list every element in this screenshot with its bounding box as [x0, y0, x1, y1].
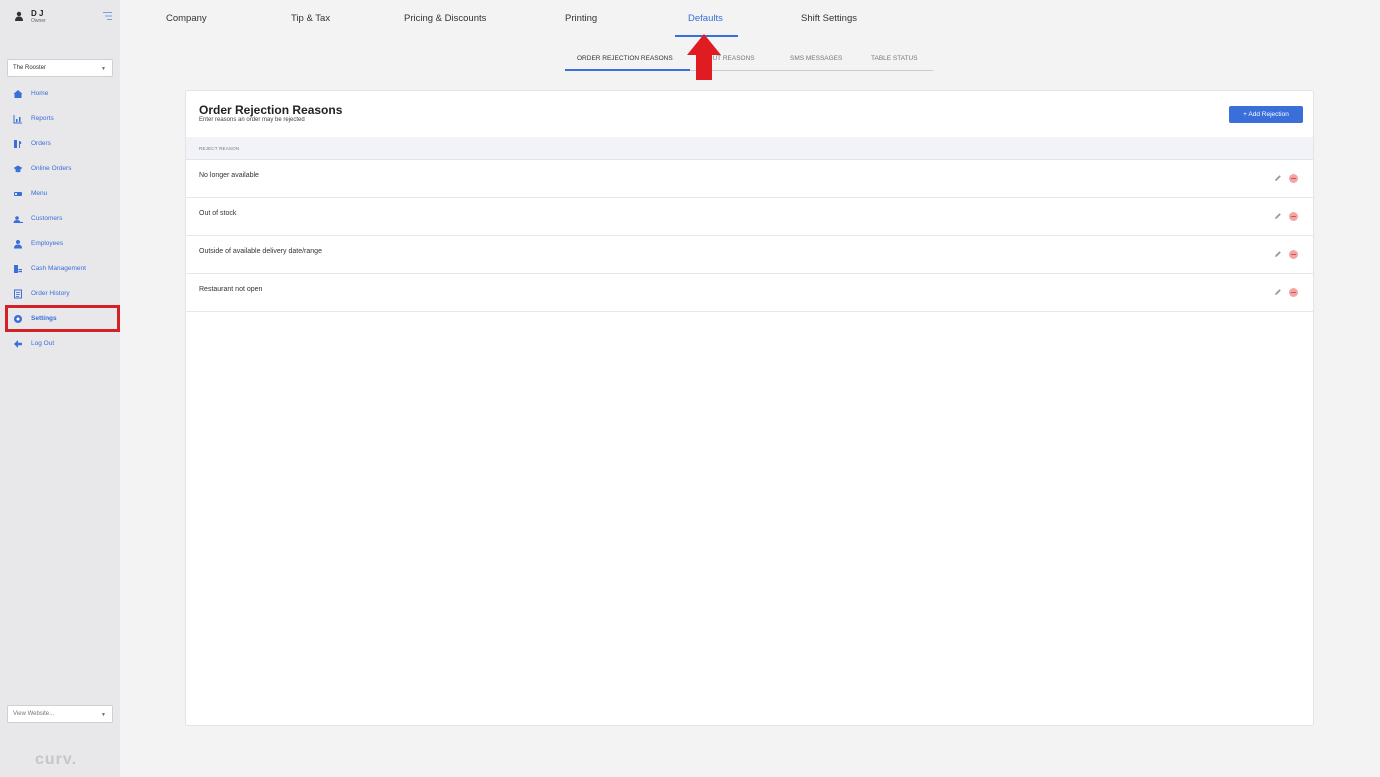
sidebar: D J Owner The Rooster ▼ Home Reports Ord… [0, 0, 120, 777]
sidebar-item-label: Cash Management [31, 265, 86, 272]
home-icon [13, 89, 23, 99]
orders-icon [13, 139, 23, 149]
tab-pricing-discounts[interactable]: Pricing & Discounts [404, 13, 486, 24]
sidebar-item-orders[interactable]: Orders [6, 131, 116, 156]
row-reason: Out of stock [199, 210, 237, 217]
remove-icon[interactable] [1289, 250, 1298, 259]
sidebar-item-cash-management[interactable]: Cash Management [6, 256, 116, 281]
sidebar-item-label: Order History [31, 290, 70, 297]
sidebar-item-settings[interactable]: Settings [5, 305, 120, 332]
sidebar-item-home[interactable]: Home [6, 81, 116, 106]
tab-tip-tax[interactable]: Tip & Tax [291, 13, 330, 24]
sidebar-item-order-history[interactable]: Order History [6, 281, 116, 306]
history-icon [13, 289, 23, 299]
table-row[interactable]: Out of stock [186, 198, 1313, 236]
online-orders-icon [13, 164, 23, 174]
table-row[interactable]: Outside of available delivery date/range [186, 236, 1313, 274]
tab-company[interactable]: Company [166, 13, 207, 24]
subtab-order-rejection-reasons[interactable]: ORDER REJECTION REASONS [577, 55, 673, 62]
user-name: D J [31, 9, 44, 18]
red-arrow-annotation [687, 34, 721, 80]
location-select[interactable]: The Rooster ▼ [7, 59, 113, 77]
subtab-sms-messages[interactable]: SMS MESSAGES [790, 55, 842, 62]
view-website-value: View Website... [13, 711, 55, 717]
chevron-down-icon: ▼ [101, 712, 106, 718]
pencil-icon[interactable] [1274, 212, 1282, 220]
remove-icon[interactable] [1289, 288, 1298, 297]
row-reason: Restaurant not open [199, 286, 263, 293]
tab-shift-settings[interactable]: Shift Settings [801, 13, 857, 24]
user-profile[interactable]: D J Owner [14, 9, 46, 24]
tab-defaults[interactable]: Defaults [688, 13, 723, 24]
top-tabs: Company Tip & Tax Pricing & Discounts Pr… [120, 0, 1380, 40]
sidebar-item-label: Menu [31, 190, 48, 197]
sidebar-item-reports[interactable]: Reports [6, 106, 116, 131]
table-row[interactable]: Restaurant not open [186, 274, 1313, 312]
card-subtitle: Enter reasons an order may be rejected [199, 117, 305, 123]
row-reason: Outside of available delivery date/range [199, 248, 322, 255]
sidebar-item-label: Customers [31, 215, 63, 222]
sidebar-item-employees[interactable]: Employees [6, 231, 116, 256]
pencil-icon[interactable] [1274, 250, 1282, 258]
sidebar-item-log-out[interactable]: Log Out [6, 331, 116, 356]
menu-collapse-icon[interactable] [103, 12, 112, 20]
tab-printing[interactable]: Printing [565, 13, 597, 24]
menu-icon [13, 189, 23, 199]
arrow-left-icon [13, 339, 23, 349]
sidebar-item-label: Employees [31, 240, 64, 247]
user-icon [15, 11, 23, 21]
remove-icon[interactable] [1289, 174, 1298, 183]
chevron-down-icon: ▼ [101, 66, 106, 72]
column-header-label: REJECT REASON [199, 146, 240, 151]
sidebar-item-label: Log Out [31, 340, 55, 347]
active-subtab-indicator [565, 69, 690, 71]
order-rejection-card: Order Rejection Reasons Enter reasons an… [185, 90, 1314, 726]
pencil-icon[interactable] [1274, 288, 1282, 296]
location-select-value: The Rooster [13, 65, 47, 71]
employees-icon [13, 239, 23, 249]
sidebar-item-menu[interactable]: Menu [6, 181, 116, 206]
customers-icon [13, 214, 23, 224]
chart-icon [13, 114, 23, 124]
sidebar-item-label: Online Orders [31, 165, 72, 172]
card-title: Order Rejection Reasons [199, 103, 343, 117]
add-rejection-button[interactable]: + Add Rejection [1229, 106, 1303, 123]
table-row[interactable]: No longer available [186, 160, 1313, 198]
remove-icon[interactable] [1289, 212, 1298, 221]
sidebar-item-label: Home [31, 90, 49, 97]
user-role: Owner [31, 18, 46, 24]
row-reason: No longer available [199, 172, 259, 179]
sidebar-item-label: Settings [31, 315, 57, 322]
sidebar-item-customers[interactable]: Customers [6, 206, 116, 231]
subtab-table-status[interactable]: TABLE STATUS [871, 55, 918, 62]
sidebar-item-label: Reports [31, 115, 54, 122]
sidebar-item-online-orders[interactable]: Online Orders [6, 156, 116, 181]
pencil-icon[interactable] [1274, 174, 1282, 182]
column-header: REJECT REASON [186, 137, 1313, 160]
sidebar-item-label: Orders [31, 140, 51, 147]
cash-icon [13, 264, 23, 274]
sidebar-nav: Home Reports Orders Online Orders Menu C… [5, 81, 120, 356]
gear-icon [13, 314, 23, 324]
logo: curv. [35, 751, 78, 768]
view-website-select[interactable]: View Website... ▼ [7, 705, 113, 723]
